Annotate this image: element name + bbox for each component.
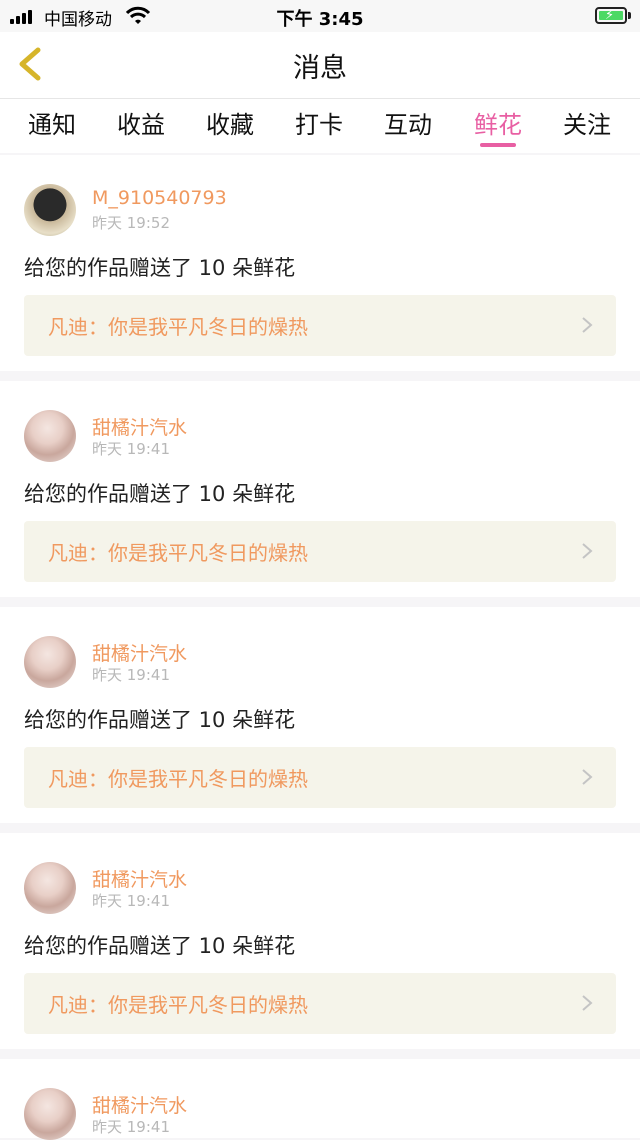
chevron-right-icon [582, 317, 593, 333]
notification-card: 甜橘汁汽水 昨天 19:41 给您的作品赠送了 10 朵鲜花 凡迪：你是我平凡冬… [0, 607, 640, 823]
timestamp: 昨天 19:41 [92, 666, 170, 684]
work-title: 凡迪：你是我平凡冬日的燥热 [48, 767, 308, 791]
gift-message: 给您的作品赠送了 10 朵鲜花 [24, 708, 296, 732]
notification-card: 甜橘汁汽水 昨天 19:41 给您的作品赠送了 10 朵鲜花 凡迪：你是我平凡冬… [0, 381, 640, 597]
tab-interaction[interactable]: 互动 [384, 105, 432, 140]
timestamp: 昨天 19:41 [92, 892, 170, 910]
gift-message: 给您的作品赠送了 10 朵鲜花 [24, 482, 296, 506]
tab-bar: 通知 收益 收藏 打卡 互动 鲜花 关注 [0, 99, 640, 153]
tab-favorites[interactable]: 收藏 [206, 105, 254, 140]
battery-cap [628, 12, 631, 19]
notification-card: 甜橘汁汽水 昨天 19:41 [0, 1059, 640, 1140]
work-title: 凡迪：你是我平凡冬日的燥热 [48, 315, 308, 339]
work-link[interactable]: 凡迪：你是我平凡冬日的燥热 [24, 973, 616, 1034]
username[interactable]: 甜橘汁汽水 [92, 1091, 187, 1118]
username[interactable]: M_910540793 [92, 187, 227, 209]
tab-flowers[interactable]: 鲜花 [474, 105, 522, 147]
tab-checkin[interactable]: 打卡 [295, 105, 343, 140]
notification-card: M_910540793 昨天 19:52 给您的作品赠送了 10 朵鲜花 凡迪：… [0, 155, 640, 371]
avatar[interactable] [24, 184, 76, 236]
avatar[interactable] [24, 410, 76, 462]
work-link[interactable]: 凡迪：你是我平凡冬日的燥热 [24, 295, 616, 356]
active-tab-indicator [480, 143, 516, 147]
status-time: 下午 3:45 [276, 9, 364, 30]
timestamp: 昨天 19:52 [92, 214, 170, 232]
avatar[interactable] [24, 862, 76, 914]
notification-card: 甜橘汁汽水 昨天 19:41 给您的作品赠送了 10 朵鲜花 凡迪：你是我平凡冬… [0, 833, 640, 1049]
work-title: 凡迪：你是我平凡冬日的燥热 [48, 993, 308, 1017]
tab-flowers-label: 鲜花 [474, 111, 522, 139]
status-bar: 中国移动 下午 3:45 ⚡ [0, 0, 640, 32]
work-link[interactable]: 凡迪：你是我平凡冬日的燥热 [24, 521, 616, 582]
battery-icon: ⚡ [595, 7, 627, 24]
username[interactable]: 甜橘汁汽水 [92, 413, 187, 440]
tab-notifications[interactable]: 通知 [28, 105, 76, 140]
timestamp: 昨天 19:41 [92, 440, 170, 458]
avatar[interactable] [24, 1088, 76, 1140]
tab-earnings[interactable]: 收益 [117, 105, 165, 140]
tab-following[interactable]: 关注 [563, 105, 611, 140]
username[interactable]: 甜橘汁汽水 [92, 865, 187, 892]
page-title: 消息 [293, 53, 347, 84]
gift-message: 给您的作品赠送了 10 朵鲜花 [24, 256, 296, 280]
chevron-right-icon [582, 769, 593, 785]
chevron-right-icon [582, 543, 593, 559]
username[interactable]: 甜橘汁汽水 [92, 639, 187, 666]
work-link[interactable]: 凡迪：你是我平凡冬日的燥热 [24, 747, 616, 808]
chevron-right-icon [582, 995, 593, 1011]
timestamp: 昨天 19:41 [92, 1118, 170, 1136]
avatar[interactable] [24, 636, 76, 688]
work-title: 凡迪：你是我平凡冬日的燥热 [48, 541, 308, 565]
nav-bar: 消息 [0, 32, 640, 99]
gift-message: 给您的作品赠送了 10 朵鲜花 [24, 934, 296, 958]
